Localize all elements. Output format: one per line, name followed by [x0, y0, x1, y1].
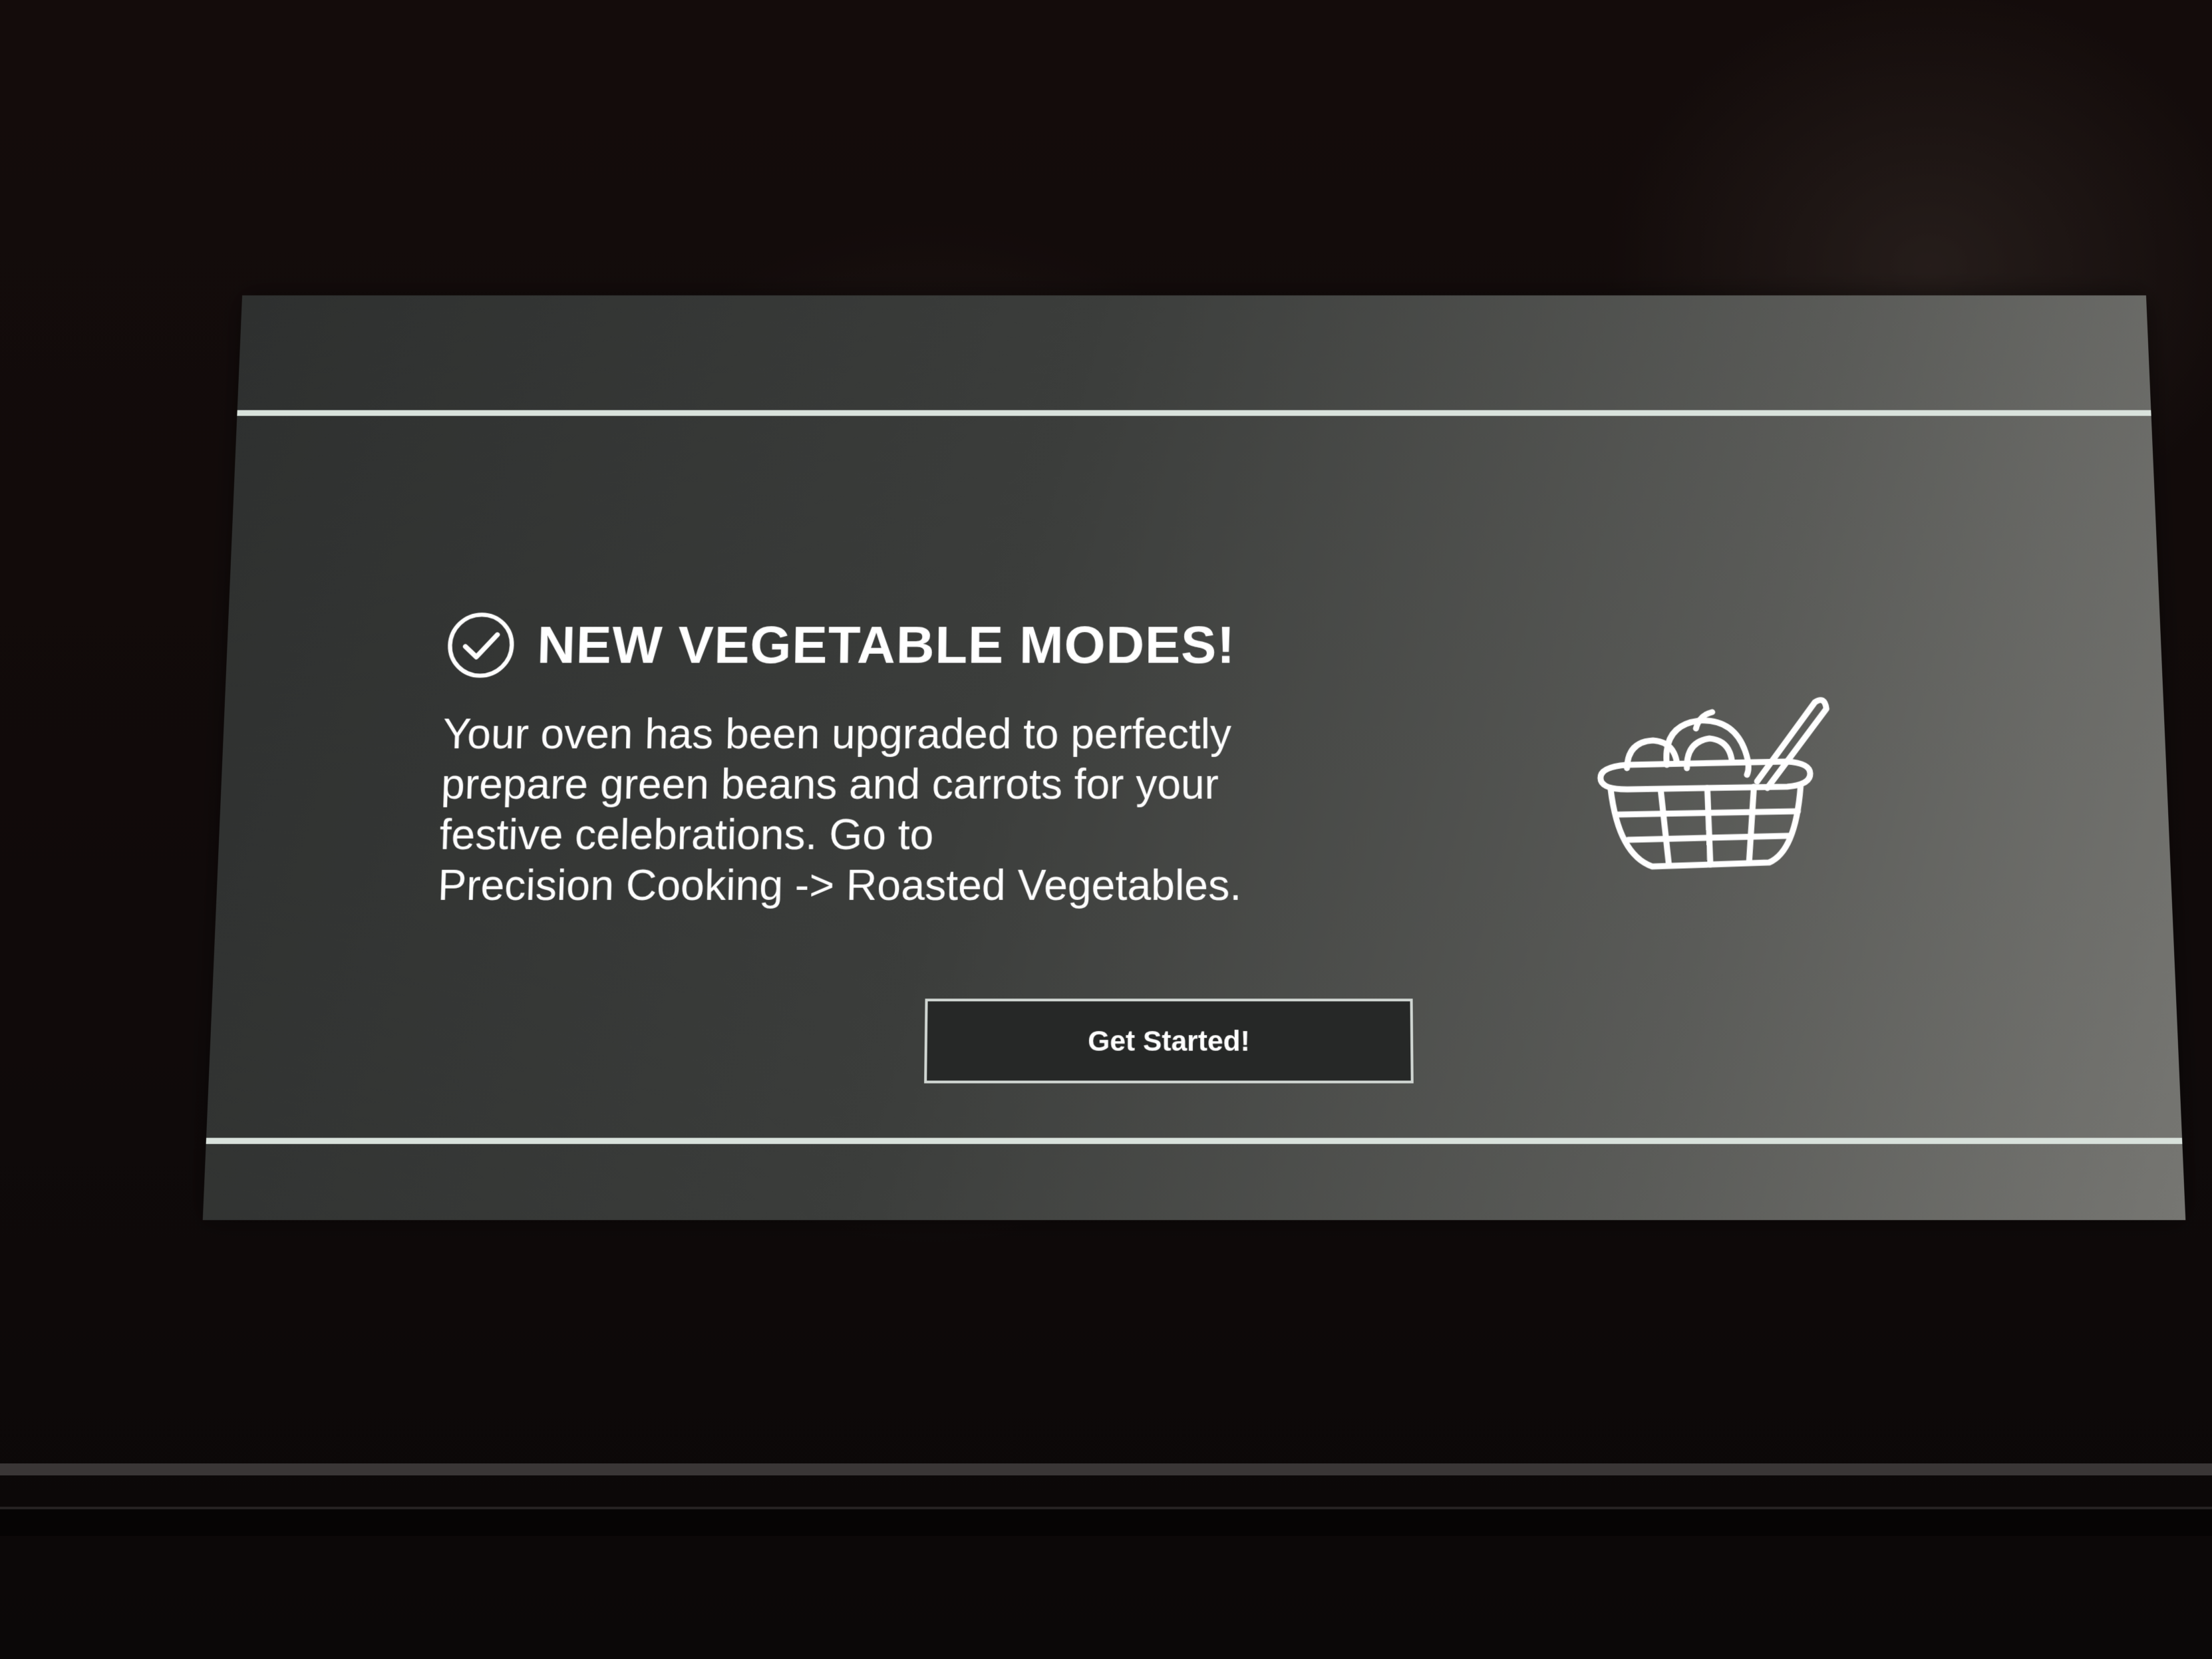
check-circle-icon	[444, 611, 517, 680]
dialog-header: NEW VEGETABLE MODES!	[444, 611, 1235, 680]
message-line: Precision Cooking -> Roasted Vegetables.	[437, 861, 1242, 909]
vegetable-basket-icon	[1585, 689, 1843, 881]
get-started-button[interactable]: Get Started!	[924, 998, 1414, 1084]
appliance-trim	[0, 1463, 2212, 1475]
message-line: festive celebrations. Go to	[438, 810, 934, 859]
oven-panel: NEW VEGETABLE MODES! Your oven has been …	[0, 0, 2212, 1659]
message-line: Your oven has been upgraded to perfectly	[442, 710, 1232, 758]
oven-display: NEW VEGETABLE MODES! Your oven has been …	[202, 295, 2186, 1221]
bottom-divider	[206, 1137, 2183, 1144]
appliance-trim	[0, 1507, 2212, 1536]
message-line: prepare green beans and carrots for your	[440, 760, 1219, 808]
dialog-message: Your oven has been upgraded to perfectly…	[437, 709, 1375, 911]
update-notification-dialog: NEW VEGETABLE MODES! Your oven has been …	[203, 295, 2186, 1220]
dialog-title: NEW VEGETABLE MODES!	[536, 615, 1235, 675]
